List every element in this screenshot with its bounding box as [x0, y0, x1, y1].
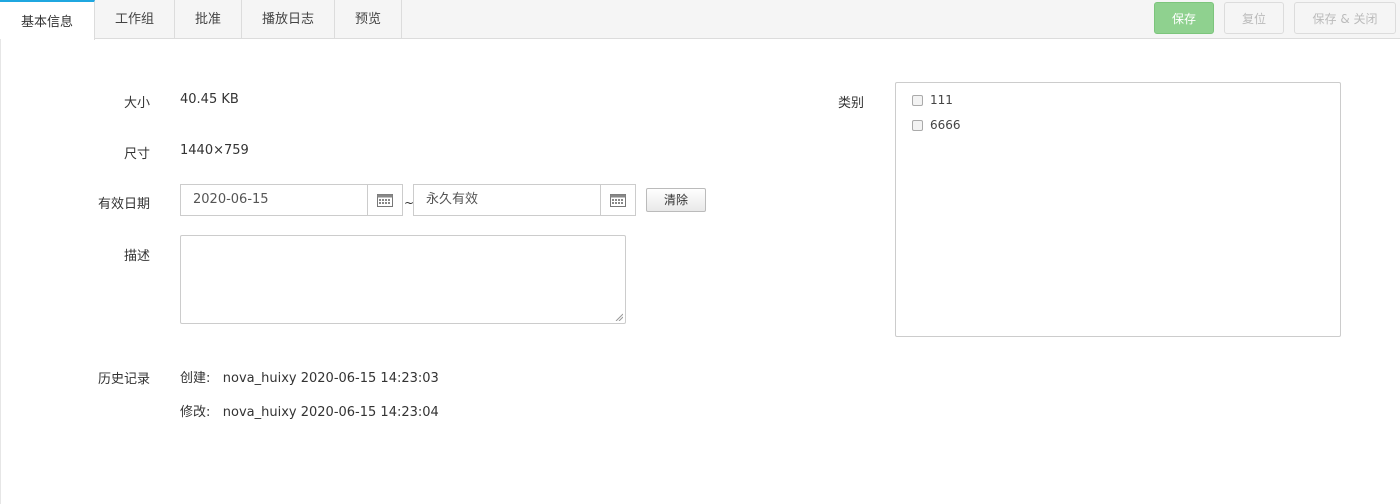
category-item[interactable]: 6666 — [912, 118, 961, 132]
category-checkbox[interactable] — [912, 119, 923, 131]
created-record: 创建: nova_huixy 2020-06-15 14:23:03 — [180, 371, 439, 386]
clear-date-button[interactable]: 清除 — [646, 188, 706, 212]
tab-preview[interactable]: 预览 — [335, 0, 402, 39]
size-value: 40.45 KB — [180, 92, 239, 107]
start-date-value: 2020-06-15 — [193, 192, 269, 207]
end-date-value: 永久有效 — [426, 192, 479, 207]
category-label: 类别 — [838, 96, 865, 111]
category-checkbox[interactable] — [912, 94, 923, 106]
tab-workgroup[interactable]: 工作组 — [95, 0, 175, 39]
history-label: 历史记录 — [97, 372, 150, 387]
calendar-icon[interactable] — [367, 185, 402, 215]
tab-play-log[interactable]: 播放日志 — [242, 0, 335, 39]
valid-date-label: 有效日期 — [97, 197, 150, 212]
dimensions-label: 尺寸 — [123, 147, 150, 162]
category-item[interactable]: 111 — [912, 93, 953, 107]
description-label: 描述 — [123, 249, 150, 264]
reset-button[interactable]: 复位 — [1224, 2, 1284, 34]
panel-edge — [0, 39, 1, 504]
category-item-label: 111 — [930, 93, 953, 107]
save-close-button[interactable]: 保存 & 关闭 — [1294, 2, 1396, 34]
category-list: 111 6666 — [895, 82, 1341, 337]
category-item-label: 6666 — [930, 118, 961, 132]
save-button[interactable]: 保存 — [1154, 2, 1214, 34]
tab-approval[interactable]: 批准 — [175, 0, 242, 39]
tab-bar: 基本信息 工作组 批准 播放日志 预览 保存 复位 保存 & 关闭 — [0, 0, 1400, 40]
dimensions-value: 1440×759 — [180, 143, 249, 158]
description-textarea[interactable] — [180, 235, 626, 324]
size-label: 大小 — [123, 96, 150, 111]
start-date-field[interactable]: 2020-06-15 — [180, 184, 403, 216]
calendar-icon[interactable] — [600, 185, 635, 215]
end-date-field[interactable]: 永久有效 — [413, 184, 636, 216]
modified-record: 修改: nova_huixy 2020-06-15 14:23:04 — [180, 405, 439, 420]
resize-grip-icon[interactable] — [615, 313, 623, 321]
tab-basic-info[interactable]: 基本信息 — [0, 0, 95, 40]
